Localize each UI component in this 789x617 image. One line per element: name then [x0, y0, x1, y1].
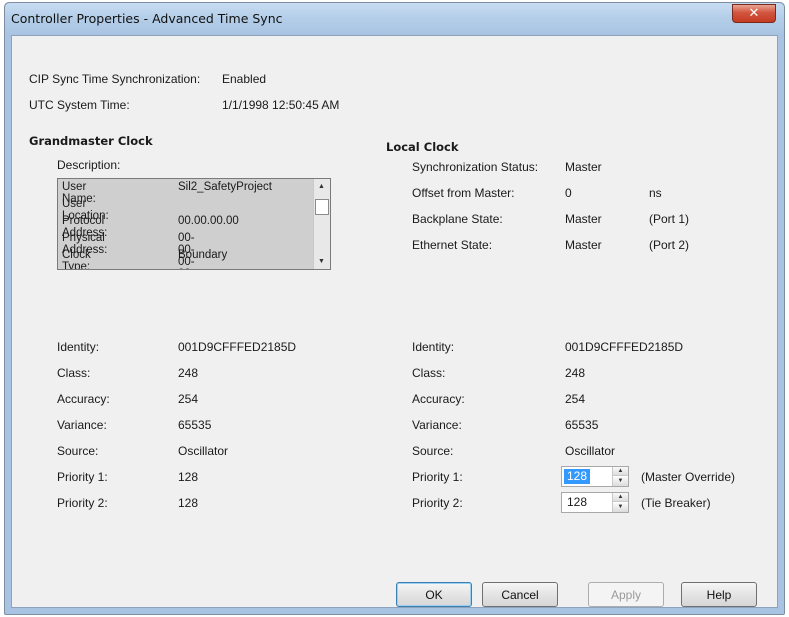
spin-up-icon[interactable]: ▲ [613, 467, 628, 476]
offset-label: Offset from Master: [412, 186, 515, 200]
cip-sync-value: Enabled [222, 72, 267, 86]
apply-button[interactable]: Apply [588, 582, 664, 607]
ok-button[interactable]: OK [396, 582, 472, 607]
grandmaster-heading: Grandmaster Clock [29, 134, 153, 148]
close-button[interactable]: ✕ [732, 4, 776, 23]
ethernet-state-label: Ethernet State: [412, 238, 493, 252]
ethernet-port: (Port 2) [649, 238, 690, 252]
priority1-spin-buttons: ▲ ▼ [612, 467, 628, 486]
backplane-state-value: Master [565, 212, 602, 226]
gm-accuracy-label: Accuracy: [57, 392, 110, 406]
gm-identity-value: 001D9CFFFED2185D [178, 340, 297, 354]
spin-up-icon[interactable]: ▲ [613, 493, 628, 502]
local-variance-value: 65535 [565, 418, 599, 432]
gm-identity-label: Identity: [57, 340, 100, 354]
local-accuracy-label: Accuracy: [412, 392, 465, 406]
cip-sync-label: CIP Sync Time Synchronization: [29, 72, 201, 86]
gm-source-label: Source: [57, 444, 99, 458]
close-icon: ✕ [748, 6, 760, 21]
ethernet-state-value: Master [565, 238, 602, 252]
gm-variance-value: 65535 [178, 418, 212, 432]
gm-accuracy-value: 254 [178, 392, 199, 406]
local-accuracy-value: 254 [565, 392, 586, 406]
utc-time-value: 1/1/1998 12:50:45 AM [222, 98, 340, 112]
gm-class-value: 248 [178, 366, 199, 380]
spin-down-icon[interactable]: ▼ [613, 503, 628, 512]
local-source-label: Source: [412, 444, 454, 458]
scroll-up-arrow-icon[interactable]: ▲ [318, 183, 325, 190]
priority2-input[interactable]: 128 [564, 495, 590, 510]
title-bar[interactable]: Controller Properties - Advanced Time Sy… [5, 3, 784, 35]
backplane-state-label: Backplane State: [412, 212, 503, 226]
local-class-label: Class: [412, 366, 446, 380]
listbox-scrollbar[interactable]: ▲ ▼ [313, 179, 330, 269]
offset-value: 0 [565, 186, 572, 200]
local-priority2-label: Priority 2: [412, 496, 463, 510]
backplane-port: (Port 1) [649, 212, 690, 226]
description-label: Description: [57, 158, 121, 172]
window-title: Controller Properties - Advanced Time Sy… [11, 11, 283, 26]
utc-time-label: UTC System Time: [29, 98, 130, 112]
priority2-note: (Tie Breaker) [641, 496, 711, 510]
dialog-window: Controller Properties - Advanced Time Sy… [4, 2, 785, 615]
spin-down-icon[interactable]: ▼ [613, 477, 628, 486]
priority2-stepper[interactable]: 128 ▲ ▼ [561, 492, 629, 513]
priority2-spin-buttons: ▲ ▼ [612, 493, 628, 512]
gm-source-value: Oscillator [178, 444, 229, 458]
local-identity-label: Identity: [412, 340, 455, 354]
gm-priority1-label: Priority 1: [57, 470, 108, 484]
priority1-note: (Master Override) [641, 470, 736, 484]
help-button[interactable]: Help [681, 582, 757, 607]
gm-variance-label: Variance: [57, 418, 107, 432]
cancel-button[interactable]: Cancel [482, 582, 558, 607]
local-class-value: 248 [565, 366, 586, 380]
gm-priority2-value: 128 [178, 496, 199, 510]
scroll-down-arrow-icon[interactable]: ▼ [318, 258, 325, 265]
gm-class-label: Class: [57, 366, 91, 380]
scroll-thumb[interactable] [315, 199, 329, 215]
local-clock-heading: Local Clock [386, 140, 459, 154]
local-variance-label: Variance: [412, 418, 462, 432]
sync-status-value: Master [565, 160, 602, 174]
gm-priority1-value: 128 [178, 470, 199, 484]
local-identity-value: 001D9CFFFED2185D [565, 340, 684, 354]
dialog-client-area: CIP Sync Time Synchronization: Enabled U… [11, 35, 778, 608]
local-priority1-label: Priority 1: [412, 470, 463, 484]
priority1-input[interactable]: 128 [564, 469, 591, 484]
priority1-stepper[interactable]: 128 ▲ ▼ [561, 466, 629, 487]
gm-priority2-label: Priority 2: [57, 496, 108, 510]
sync-status-label: Synchronization Status: [412, 160, 539, 174]
offset-unit: ns [649, 186, 662, 200]
description-listbox[interactable]: User Name: Sil2_SafetyProject User Locat… [57, 178, 331, 270]
local-source-value: Oscillator [565, 444, 616, 458]
